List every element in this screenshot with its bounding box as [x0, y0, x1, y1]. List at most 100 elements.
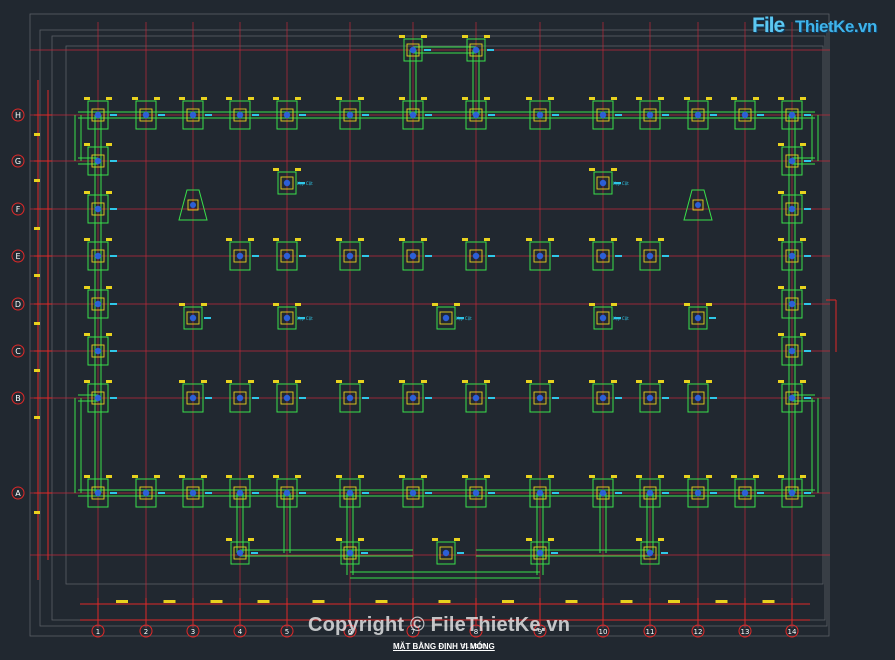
footing-tag: [658, 538, 664, 541]
dimension-text-mark: [34, 227, 40, 230]
logo-file-text: File: [752, 14, 785, 37]
footing-tag: [589, 475, 595, 478]
footing-tag: [273, 97, 279, 100]
footing-label: [205, 492, 212, 494]
footing: [684, 97, 717, 130]
column-mark: [472, 394, 480, 402]
footing-tag: [201, 380, 207, 383]
footing-tag: [201, 97, 207, 100]
footing-tag: [684, 475, 690, 478]
footing: [226, 97, 259, 130]
footing: [399, 380, 432, 413]
footing-label: [424, 49, 431, 51]
footing-tag: [273, 475, 279, 478]
footing-tag: [548, 238, 554, 241]
footing-tag: [778, 333, 784, 336]
footing-tag: [84, 97, 90, 100]
column-mark: [94, 489, 102, 497]
column-mark: [536, 394, 544, 402]
footing-tag: [778, 475, 784, 478]
column-mark: [788, 300, 796, 308]
footing-label: [709, 317, 716, 319]
footing-tag: [636, 238, 642, 241]
footing-tag: [432, 538, 438, 541]
footing-tag: [179, 97, 185, 100]
footing: [462, 238, 495, 271]
column-mark: [236, 252, 244, 260]
footing-tag: [84, 286, 90, 289]
footing-tag: [132, 475, 138, 478]
column-mark: [741, 489, 749, 497]
dimension-text-mark: [34, 179, 40, 182]
footing-tag: [611, 475, 617, 478]
footing-label: [110, 397, 117, 399]
footing: [336, 97, 369, 130]
footing-tag: [658, 380, 664, 383]
column-mark: [236, 549, 244, 557]
footing-tag: [589, 380, 595, 383]
footing: [462, 475, 495, 508]
footing-tag: [295, 380, 301, 383]
footing-tag: [84, 475, 90, 478]
foundation-plan-drawing: Kẹp Cột Kẹp Cột Kẹp Cột Kẹp Cột Kẹp Cột H G F E…: [11, 13, 837, 638]
footing-tag: [462, 238, 468, 241]
footing-tag: [706, 380, 712, 383]
footing-label: [551, 552, 558, 554]
column-mark: [283, 394, 291, 402]
footing: [589, 238, 622, 271]
footing-tag: [462, 380, 468, 383]
footing-tag: [731, 475, 737, 478]
footing: [684, 303, 716, 330]
footing-tag: [548, 475, 554, 478]
column-mark: [646, 394, 654, 402]
footing-label: [110, 208, 117, 210]
grid-col-label: 14: [788, 628, 797, 636]
footing-tag: [399, 97, 405, 100]
footing-tag: [399, 475, 405, 478]
footing: [273, 238, 306, 271]
pier-label: Kẹp Cột: [297, 181, 313, 186]
footing: [636, 238, 669, 271]
footing-tag: [106, 238, 112, 241]
footing-tag: [548, 538, 554, 541]
column-mark: [189, 394, 197, 402]
footing-label: [804, 350, 811, 352]
footing: [179, 303, 211, 330]
footing-tag: [432, 303, 438, 306]
footing-tag: [273, 168, 279, 171]
footing-label: [804, 492, 811, 494]
logo-rest-text: ThietKe.vn: [795, 17, 877, 36]
footing-tag: [106, 286, 112, 289]
column-mark: [599, 111, 607, 119]
column-mark: [695, 202, 701, 208]
column-mark: [741, 111, 749, 119]
grid-row-label: A: [15, 489, 21, 498]
column-mark: [788, 489, 796, 497]
foundation-beam: [74, 115, 82, 161]
column-mark: [599, 489, 607, 497]
footing-tag: [548, 380, 554, 383]
footing-label: [110, 160, 117, 162]
grid-col-label: 11: [646, 628, 655, 636]
footing-label: [488, 397, 495, 399]
footing-tag: [84, 143, 90, 146]
footing-tag: [526, 380, 532, 383]
column-mark: [536, 252, 544, 260]
footing-tag: [611, 168, 617, 171]
grid-row-label: G: [15, 157, 21, 166]
footing-tag: [106, 380, 112, 383]
dimension-text-mark: [34, 416, 40, 419]
column-mark: [94, 300, 102, 308]
footing-tag: [800, 143, 806, 146]
footing: [336, 538, 368, 565]
grid-col-label: 1: [96, 628, 100, 636]
grid-row-bubble-c: C: [11, 344, 25, 358]
footing-tag: [526, 538, 532, 541]
column-mark: [346, 549, 354, 557]
footing: [336, 380, 369, 413]
footing-label: [299, 397, 306, 399]
footing-tag: [106, 97, 112, 100]
footing: [273, 380, 306, 413]
footing-tag: [778, 380, 784, 383]
footing-label: [425, 492, 432, 494]
